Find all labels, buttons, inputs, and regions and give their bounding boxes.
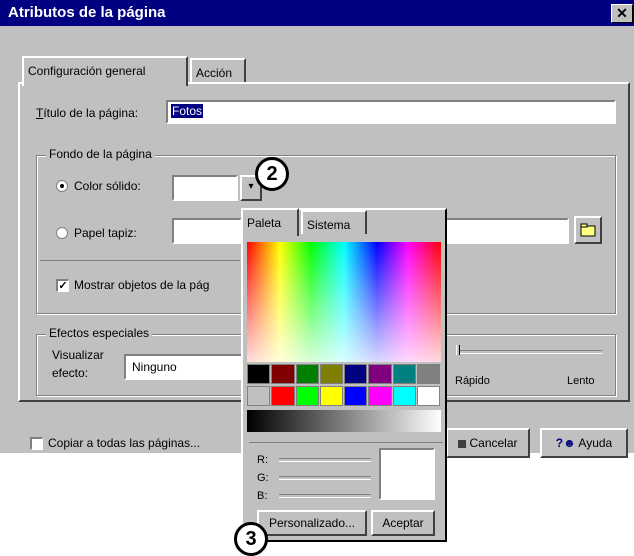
color-swatch[interactable] <box>392 386 416 406</box>
color-swatch[interactable] <box>392 364 416 384</box>
color-swatch[interactable] <box>319 386 343 406</box>
folder-icon <box>580 223 596 237</box>
copy-all-checkbox[interactable] <box>30 437 43 450</box>
wallpaper-input-right[interactable] <box>445 218 569 244</box>
color-swatch[interactable] <box>416 364 440 384</box>
divider <box>40 260 240 261</box>
color-swatch[interactable] <box>247 364 271 384</box>
solid-color-label: Color sólido: <box>74 179 141 193</box>
red-label: R: <box>257 454 268 466</box>
grayscale-bar[interactable] <box>247 410 441 432</box>
tab-general-settings[interactable]: Configuración general <box>22 56 188 86</box>
tab-system[interactable]: Sistema <box>301 210 367 234</box>
callout-2: 2 <box>255 157 289 191</box>
custom-button[interactable]: Personalizado... <box>257 510 367 536</box>
color-swatch[interactable] <box>295 386 319 406</box>
window-title: Atributos de la página <box>8 4 166 21</box>
wallpaper-input[interactable] <box>172 218 242 244</box>
visualize-label-2: efecto: <box>52 366 89 380</box>
palette-row-2 <box>247 386 441 406</box>
palette-row-1 <box>247 364 441 384</box>
wallpaper-radio[interactable] <box>56 227 68 239</box>
accept-button[interactable]: Aceptar <box>371 510 435 536</box>
show-objects-label: Mostrar objetos de la pág <box>74 278 210 292</box>
visualize-label-1: Visualizar <box>52 348 104 362</box>
show-objects-checkbox[interactable]: ✓ <box>56 279 69 292</box>
background-group-label: Fondo de la página <box>46 147 155 161</box>
custom-button-label: Personalizado... <box>268 516 356 530</box>
color-spectrum[interactable] <box>247 242 441 362</box>
help-button-label: Ayuda <box>578 436 613 450</box>
browse-folder-button[interactable] <box>574 216 602 244</box>
color-swatch[interactable] <box>368 364 392 384</box>
red-slider[interactable] <box>279 458 371 462</box>
color-swatch[interactable] <box>368 386 392 406</box>
color-swatch[interactable] <box>319 364 343 384</box>
effects-group-label: Efectos especiales <box>46 326 153 340</box>
blue-label: B: <box>257 490 268 502</box>
page-title-label: Título de la página: <box>36 106 139 120</box>
blue-slider[interactable] <box>279 494 371 498</box>
speed-slider-thumb[interactable] <box>456 345 460 355</box>
speed-slow-label: Lento <box>567 375 595 387</box>
tab-system-label: Sistema <box>307 218 351 232</box>
page-title-input[interactable]: Fotos <box>166 100 616 124</box>
green-slider[interactable] <box>279 476 371 480</box>
cancel-button[interactable]: Cancelar <box>446 428 530 458</box>
tab-general-settings-label: Configuración general <box>28 64 146 78</box>
color-swatch[interactable] <box>247 386 271 406</box>
help-icon: ?☻ <box>555 436 576 450</box>
title-bar[interactable]: Atributos de la página ✕ <box>0 0 634 26</box>
color-swatch[interactable] <box>344 386 368 406</box>
page-title-value: Fotos <box>171 104 204 118</box>
copy-all-label: Copiar a todas las páginas... <box>48 436 201 450</box>
color-swatch[interactable] <box>416 386 440 406</box>
green-label: G: <box>257 472 269 484</box>
color-swatch[interactable] <box>271 364 295 384</box>
color-picker-popup: Paleta Sistema R: G: B: Personalizado...… <box>241 208 447 542</box>
tab-action[interactable]: Acción <box>190 58 246 82</box>
effect-select-value: Ninguno <box>132 360 177 374</box>
accept-button-label: Aceptar <box>382 516 424 530</box>
divider <box>249 442 443 443</box>
tab-palette-label: Paleta <box>247 216 282 230</box>
close-button[interactable]: ✕ <box>611 4 633 23</box>
callout-3: 3 <box>234 522 268 556</box>
help-button[interactable]: ?☻ Ayuda <box>540 428 628 458</box>
effect-select[interactable]: Ninguno <box>124 354 244 380</box>
color-preview <box>379 448 435 500</box>
wallpaper-label: Papel tapiz: <box>74 226 137 240</box>
chevron-down-icon: ▾ <box>248 181 254 192</box>
color-swatch[interactable] <box>295 364 319 384</box>
solid-color-swatch[interactable] <box>172 175 238 201</box>
speed-slider-track[interactable] <box>456 350 602 354</box>
solid-color-radio[interactable] <box>56 180 68 192</box>
tab-palette[interactable]: Paleta <box>241 208 299 236</box>
speed-fast-label: Rápido <box>455 375 490 387</box>
cancel-icon <box>458 439 467 448</box>
color-swatch[interactable] <box>344 364 368 384</box>
color-swatch[interactable] <box>271 386 295 406</box>
page-title-label-text: ítulo de la página: <box>43 106 139 120</box>
tab-action-label: Acción <box>196 66 233 80</box>
cancel-button-label: Cancelar <box>469 436 518 450</box>
